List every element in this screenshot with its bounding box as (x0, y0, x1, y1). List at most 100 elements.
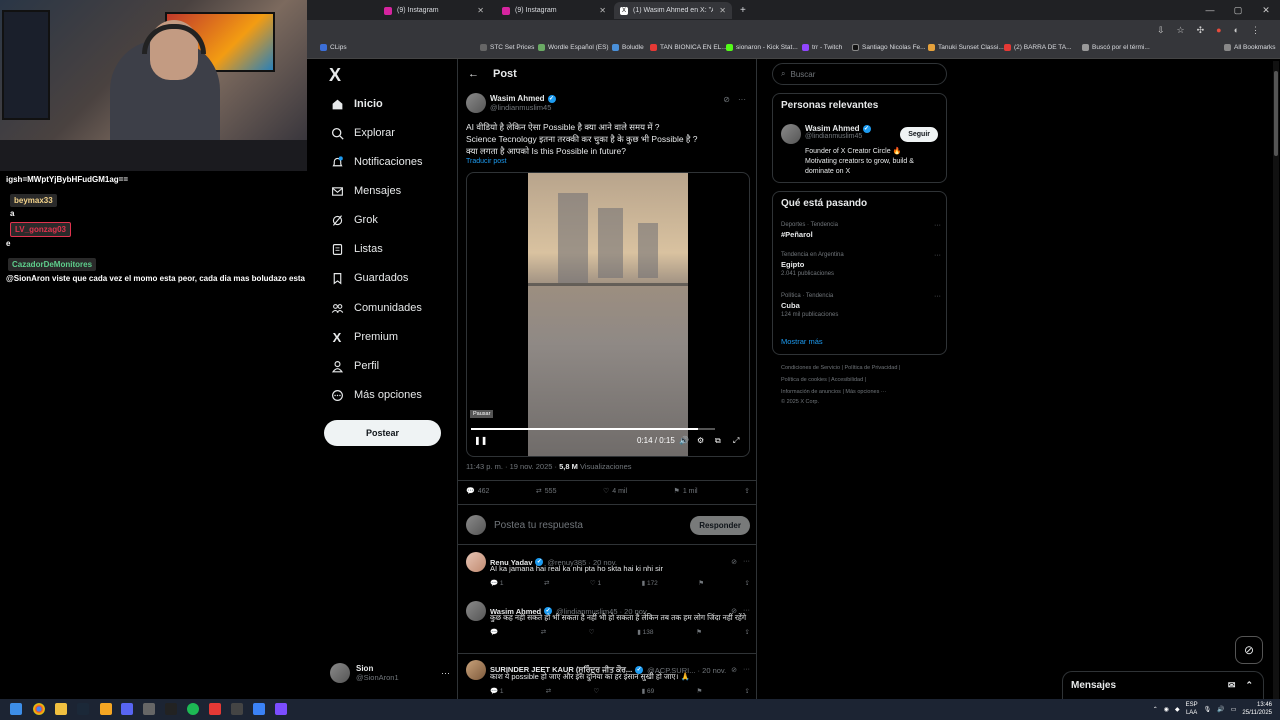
avatar[interactable] (466, 660, 486, 680)
close-window-icon[interactable]: ✕ (1252, 0, 1280, 20)
video-progress[interactable] (471, 428, 715, 430)
tab-instagram-2[interactable]: (9) Instagram ✕ (496, 2, 612, 19)
post-timestamp[interactable]: 11:43 p. m. · 19 nov. 2025 · (466, 462, 559, 471)
share-icon[interactable]: ⇪ (745, 579, 750, 587)
trend-item[interactable]: Política · Tendencia Cuba 124 mil public… (781, 293, 941, 318)
bookmark-item[interactable]: trr - Twitch (802, 44, 842, 51)
nav-home[interactable]: Inicio (330, 94, 383, 114)
heart-icon[interactable]: ♡ 1 (590, 579, 601, 587)
chevron-up-icon[interactable]: ⌃ (1153, 706, 1158, 713)
clock-date[interactable]: 25/11/2025 (1242, 710, 1272, 716)
bookmark-item[interactable]: sionaron - Kick Stat... (726, 44, 798, 51)
tab-instagram-1[interactable]: (9) Instagram ✕ (378, 2, 490, 19)
bookmark-item[interactable]: Wordle Español (ES) (538, 44, 609, 51)
avatar[interactable] (781, 124, 801, 144)
maximize-icon[interactable]: ▢ (1224, 0, 1252, 20)
reply-item[interactable]: Wasim Ahmed ✓ @lindianmuslim45 · 20 nov. … (466, 601, 750, 636)
author-name[interactable]: Wasim Ahmed (490, 94, 545, 103)
nav-explore[interactable]: Explorar (330, 123, 395, 143)
messages-drawer[interactable]: Mensajes ✉ ⌃ (1062, 671, 1264, 699)
extension-icon[interactable]: ✣ (1197, 25, 1205, 36)
share-icon[interactable]: ⇪ (745, 628, 750, 636)
bookmark-action[interactable]: ⚑ 1 mil (674, 487, 698, 496)
reply-action[interactable]: 💬 462 (466, 487, 489, 496)
close-icon[interactable]: ✕ (719, 6, 726, 15)
more-icon[interactable]: ··· (743, 558, 750, 566)
person-name[interactable]: Wasim Ahmed (805, 124, 860, 133)
reply-item[interactable]: Renu Yadav ✓ @renuy385 · 20 nov. ⊘ ··· AI … (466, 552, 750, 587)
discord-icon[interactable] (121, 703, 133, 715)
views-icon[interactable]: ▮ 172 (642, 579, 658, 587)
app-icon[interactable] (231, 703, 243, 715)
nav-lists[interactable]: Listas (330, 239, 383, 259)
record-icon[interactable]: ● (1216, 25, 1221, 36)
avatar[interactable] (466, 552, 486, 572)
reply-input[interactable]: Postea tu respuesta (494, 520, 690, 531)
more-icon[interactable]: ··· (934, 222, 941, 229)
expand-icon[interactable]: ⌃ (1245, 680, 1253, 691)
repost-icon[interactable]: ⇄ (544, 579, 549, 587)
app-icon[interactable] (143, 703, 155, 715)
mic-icon[interactable]: 🎙 (1204, 706, 1212, 713)
heart-icon[interactable]: ♡ (589, 628, 595, 636)
x-logo[interactable]: X (329, 65, 341, 86)
video-player[interactable]: Pausar ❚❚ 0:14 / 0:15 🔊 ⚙ ⧉ ⤢ (466, 172, 750, 457)
nav-bookmarks[interactable]: Guardados (330, 268, 408, 288)
volume-icon[interactable]: 🔊 (1217, 706, 1224, 713)
bookmark-icon[interactable]: ⚑ (696, 628, 702, 636)
menu-icon[interactable]: ⋮ (1251, 25, 1260, 36)
bookmark-item[interactable]: CLips (320, 44, 347, 51)
nav-notifications[interactable]: Notificaciones (330, 152, 422, 172)
nav-more[interactable]: Más opciones (330, 385, 422, 405)
like-action[interactable]: ♡ 4 mil (603, 487, 627, 496)
show-more-link[interactable]: Mostrar más (781, 337, 823, 346)
grok-icon[interactable]: ⊘ (731, 558, 737, 566)
grok-floating-button[interactable]: ⊘ (1235, 636, 1263, 664)
translate-link[interactable]: Traducir post (466, 158, 507, 165)
volume-icon[interactable]: 🔊 (679, 436, 689, 445)
bookmark-item[interactable]: Buscó por el térmi... (1082, 44, 1150, 51)
bookmark-item[interactable]: Tanuki Sunset Classi... (928, 44, 1004, 51)
account-switcher[interactable]: Sion @SionAron1 ··· (330, 663, 450, 683)
reply-icon[interactable]: 💬 1 (490, 579, 504, 587)
windows-start-icon[interactable] (10, 703, 22, 715)
app-icon[interactable] (100, 703, 112, 715)
app-icon[interactable] (209, 703, 221, 715)
relevant-person[interactable]: Wasim Ahmed ✓ @lindianmuslim45 (781, 124, 871, 144)
app-icon[interactable] (253, 703, 265, 715)
reply-item[interactable]: SURINDER JEET KAUR (ਸੁਰਿੰਦਰ ਜੀਤ ਕੌਰ... ✓ … (466, 660, 750, 695)
avatar[interactable] (466, 601, 486, 621)
steam-icon[interactable] (77, 703, 89, 715)
fullscreen-icon[interactable]: ⤢ (733, 436, 739, 446)
bookmark-item[interactable]: (2) BARRA DE TA... (1004, 44, 1072, 51)
views-icon[interactable]: ▮ 69 (642, 687, 655, 695)
more-icon[interactable]: ··· (934, 293, 941, 300)
repost-action[interactable]: ⇄ 555 (536, 487, 557, 496)
settings-icon[interactable]: ⚙ (697, 436, 704, 445)
bookmark-icon[interactable]: ⚑ (698, 579, 704, 587)
install-icon[interactable]: ⇩ (1157, 25, 1165, 36)
repost-icon[interactable]: ⇄ (546, 687, 551, 695)
more-icon[interactable]: ··· (743, 666, 750, 674)
bookmark-item[interactable]: TAN BIONICA EN EL... (650, 44, 727, 51)
reply-button[interactable]: Responder (690, 515, 750, 535)
trend-item[interactable]: Deportes · Tendencia #Peñarol ··· (781, 222, 941, 239)
follow-button[interactable]: Seguir (900, 127, 938, 142)
footer-links[interactable]: Información de anuncios | Más opciones ·… (781, 389, 886, 395)
page-scrollbar[interactable] (1273, 61, 1279, 720)
post-button[interactable]: Postear (324, 420, 441, 446)
compose-message-icon[interactable]: ✉ (1228, 680, 1236, 691)
all-bookmarks[interactable]: All Bookmarks (1224, 44, 1276, 51)
close-icon[interactable]: ✕ (599, 6, 606, 15)
footer-links[interactable]: Política de cookies | Accesibilidad | (781, 377, 866, 383)
heart-icon[interactable]: ♡ (593, 687, 599, 695)
pip-icon[interactable]: ⧉ (715, 436, 721, 446)
share-icon[interactable]: ⇪ (745, 687, 750, 695)
minimize-icon[interactable]: — (1196, 0, 1224, 20)
steam-tray-icon[interactable]: ◉ (1164, 706, 1169, 713)
search-input[interactable]: ⌕ Buscar (772, 63, 947, 85)
reply-icon[interactable]: 💬 1 (490, 687, 504, 695)
share-action[interactable]: ⇪ (744, 487, 750, 495)
network-icon[interactable]: ▭ (1231, 706, 1237, 713)
bookmark-item[interactable]: Santiago Nicolas Fe... (852, 44, 926, 51)
